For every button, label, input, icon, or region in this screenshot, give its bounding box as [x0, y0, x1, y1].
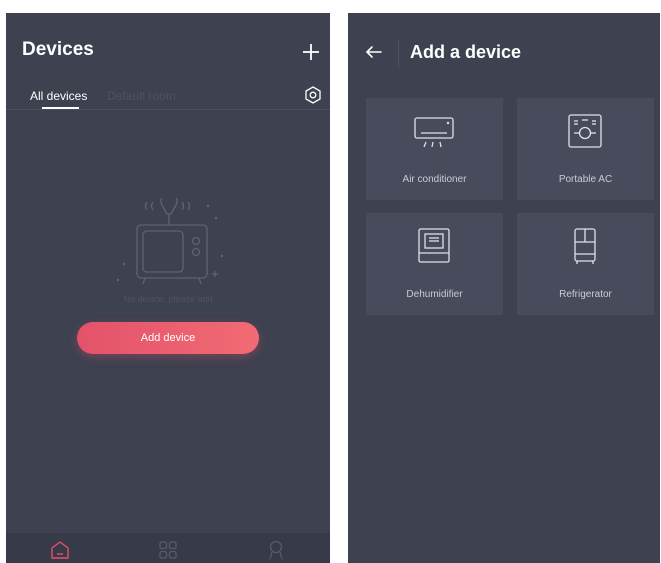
grid-icon[interactable]	[157, 539, 179, 561]
empty-state-text: No device, please add	[123, 294, 213, 304]
air-conditioner-icon	[414, 117, 454, 148]
device-tile-label: Refrigerator	[559, 289, 612, 300]
refrigerator-icon	[574, 228, 596, 264]
device-tile-dehumidifier[interactable]: Dehumidifier	[366, 213, 503, 315]
tab-default-room[interactable]: Default room	[107, 89, 176, 103]
settings-icon[interactable]	[304, 86, 322, 104]
tab-all-devices[interactable]: All devices	[30, 89, 87, 103]
device-tile-label: Portable AC	[558, 174, 613, 185]
tv-icon	[116, 198, 224, 285]
home-icon[interactable]	[49, 539, 71, 561]
add-device-screen: Add a device Air conditioner Portable AC…	[348, 13, 660, 563]
device-tile-label: Air conditioner	[402, 174, 467, 185]
plus-icon[interactable]	[302, 43, 320, 61]
page-title: Add a device	[410, 42, 522, 62]
devices-screen: Devices All devices Default room No devi…	[6, 13, 330, 563]
device-tile-portable-ac[interactable]: Portable AC	[517, 98, 654, 200]
back-arrow-icon[interactable]	[364, 44, 384, 60]
portable-ac-icon	[568, 114, 602, 148]
device-tile-label: Dehumidifier	[406, 289, 463, 300]
header-divider	[398, 39, 399, 67]
device-tile-refrigerator[interactable]: Refrigerator	[517, 213, 654, 315]
dehumidifier-icon	[418, 228, 450, 263]
tabs-divider	[6, 109, 330, 110]
device-tile-air-conditioner[interactable]: Air conditioner	[366, 98, 503, 200]
profile-icon[interactable]	[265, 539, 287, 561]
page-title: Devices	[22, 39, 94, 60]
add-device-button[interactable]: Add device	[77, 322, 259, 354]
